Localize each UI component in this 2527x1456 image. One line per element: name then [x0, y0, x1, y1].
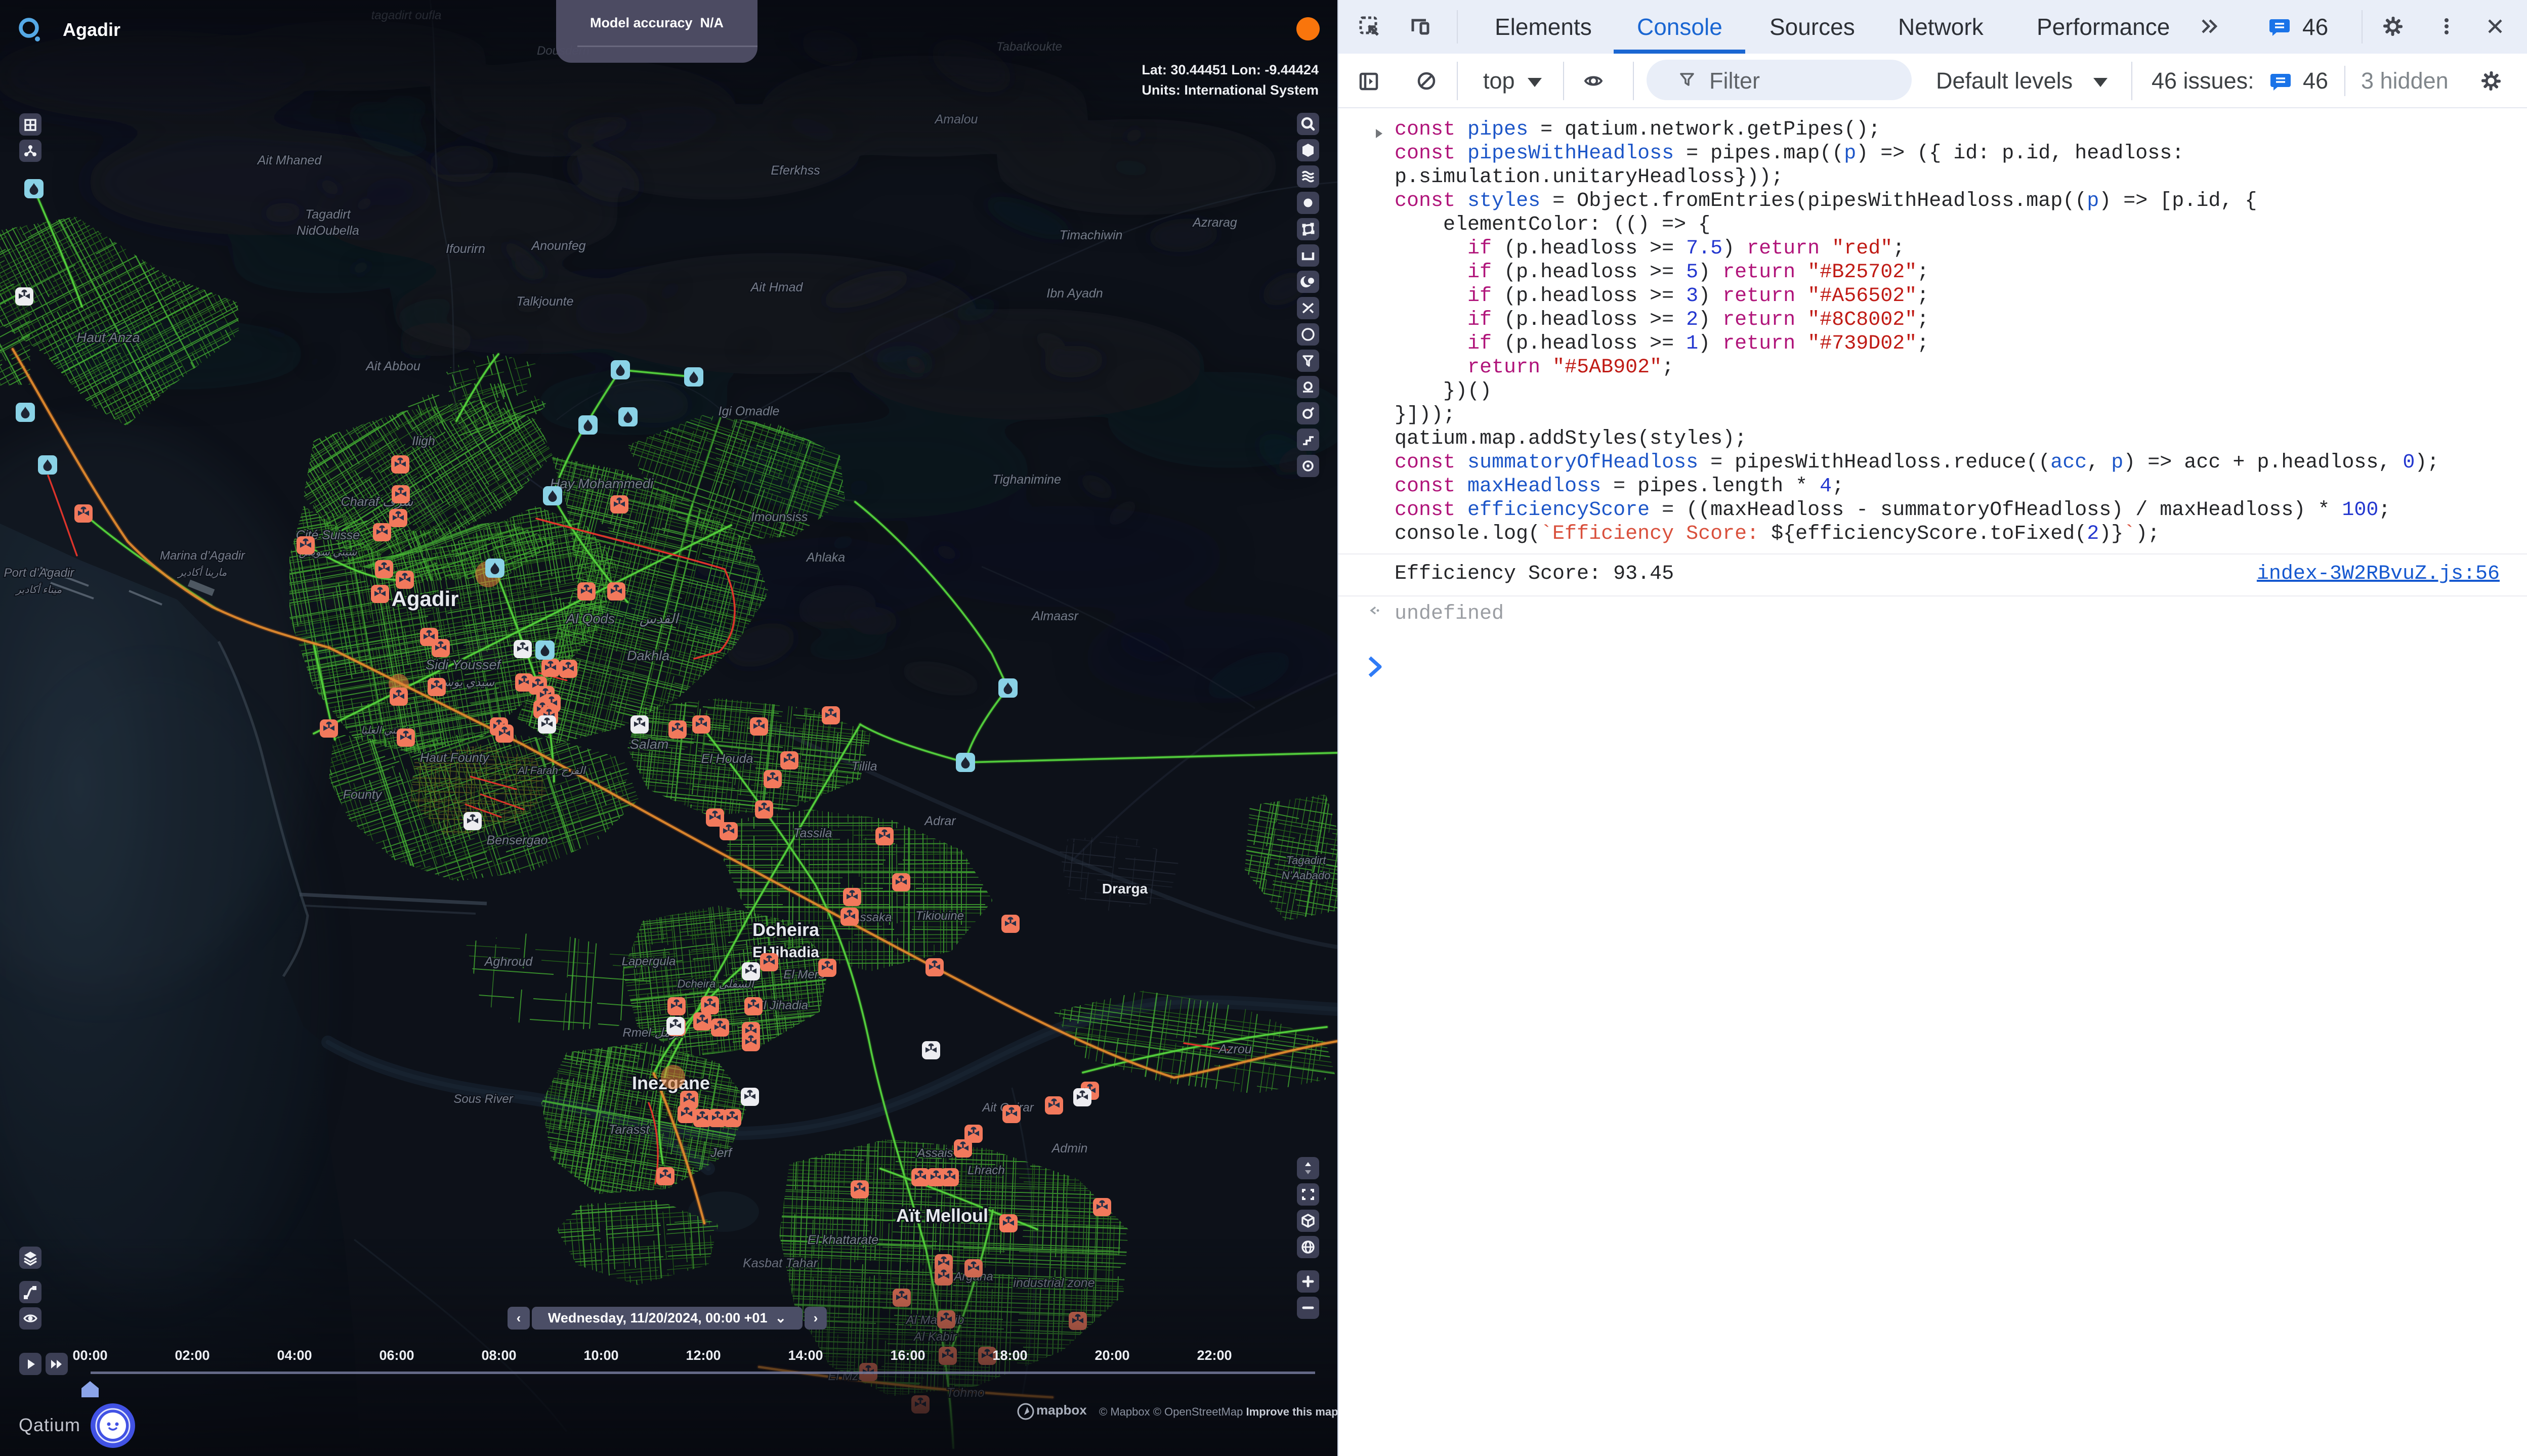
svg-text:Dcheira: Dcheira	[752, 919, 820, 940]
svg-text:Anounfeg: Anounfeg	[530, 239, 585, 253]
svg-text:Salam: Salam	[630, 737, 669, 752]
svg-text:Almaasr: Almaasr	[1031, 609, 1079, 623]
svg-text:NidOubella: NidOubella	[297, 224, 359, 238]
svg-text:Azrarag: Azrarag	[1192, 216, 1237, 230]
svg-text:Ahlaka: Ahlaka	[806, 550, 846, 565]
svg-text:Timachiwin: Timachiwin	[1060, 228, 1123, 242]
svg-text:Sous River: Sous River	[453, 1092, 513, 1106]
svg-text:القدس: القدس	[640, 611, 680, 627]
svg-text:Marina d’Agadir: Marina d’Agadir	[160, 549, 245, 563]
svg-text:Port d’Agadir: Port d’Agadir	[4, 566, 75, 580]
svg-text:Ait Abbou: Ait Abbou	[365, 359, 420, 373]
svg-text:Tassila: Tassila	[793, 826, 832, 840]
svg-text:Assais: Assais	[916, 1146, 953, 1160]
svg-text:Iligh: Iligh	[412, 434, 435, 448]
svg-text:مارينا أكادير: مارينا أكادير	[177, 566, 227, 578]
svg-text:Ait Hmad: Ait Hmad	[750, 280, 804, 294]
svg-text:Aït Melloul: Aït Melloul	[896, 1205, 988, 1226]
svg-text:Tagadirt: Tagadirt	[305, 207, 351, 222]
svg-text:Sidi Youssef: Sidi Youssef	[426, 657, 502, 672]
svg-text:Adrar: Adrar	[923, 814, 956, 828]
svg-text:Talkjounte: Talkjounte	[516, 294, 573, 309]
svg-text:Lapergula: Lapergula	[622, 955, 676, 968]
svg-text:Drarga: Drarga	[1102, 881, 1148, 896]
svg-text:Eferkhss: Eferkhss	[771, 163, 820, 178]
svg-text:ميناء أكادير: ميناء أكادير	[15, 583, 62, 595]
svg-text:Al Qods: Al Qods	[565, 611, 615, 626]
svg-text:Admin: Admin	[1051, 1141, 1088, 1155]
svg-text:El Jihadia: El Jihadia	[755, 999, 808, 1012]
svg-text:Haut Anza: Haut Anza	[76, 330, 140, 345]
svg-text:Agadir: Agadir	[391, 587, 458, 611]
svg-text:Tarasst: Tarasst	[608, 1123, 650, 1137]
svg-text:Lhrach: Lhrach	[967, 1164, 1004, 1177]
svg-text:Igi Omadle: Igi Omadle	[719, 404, 780, 418]
svg-text:Ait Mhaned: Ait Mhaned	[257, 153, 322, 167]
svg-text:Tagadirt: Tagadirt	[1286, 854, 1327, 867]
svg-text:Jerf: Jerf	[710, 1146, 733, 1160]
svg-text:Dakhla: Dakhla	[627, 648, 669, 663]
svg-text:Al Farah الفرح: Al Farah الفرح	[517, 765, 586, 777]
svg-text:Haut Founty: Haut Founty	[420, 751, 490, 765]
svg-text:Bensergao: Bensergao	[487, 833, 548, 847]
svg-text:Tighanimine: Tighanimine	[992, 473, 1061, 487]
svg-text:Aghroud: Aghroud	[484, 955, 533, 969]
svg-text:N’Aabado: N’Aabado	[1282, 869, 1331, 882]
svg-text:Tilila: Tilila	[851, 759, 877, 774]
svg-text:Azrou: Azrou	[1217, 1042, 1251, 1056]
svg-text:El Houda: El Houda	[701, 752, 753, 766]
svg-text:Imounsiss: Imounsiss	[751, 510, 808, 524]
svg-text:Ifourirn: Ifourirn	[446, 242, 485, 256]
svg-text:Founty: Founty	[343, 788, 383, 802]
svg-text:Hay Mohammedi: Hay Mohammedi	[550, 476, 654, 491]
svg-text:Tikiouine: Tikiouine	[915, 909, 964, 923]
svg-text:Ibn Ayadn: Ibn Ayadn	[1046, 286, 1103, 301]
